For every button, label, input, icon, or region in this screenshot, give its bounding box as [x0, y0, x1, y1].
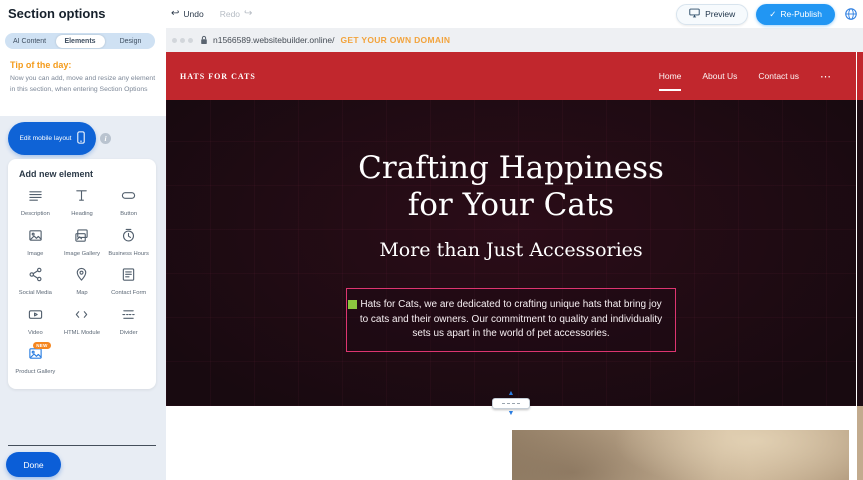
window-dot — [180, 38, 185, 43]
arrow-up-icon: ▲ — [508, 390, 515, 397]
description-icon — [28, 188, 43, 208]
element-grid: Description Heading Button Image Image G… — [12, 188, 152, 377]
add-element-title: Add new element — [19, 169, 152, 179]
get-domain-link[interactable]: GET YOUR OWN DOMAIN — [340, 35, 450, 45]
window-dot — [172, 38, 177, 43]
tab-elements[interactable]: Elements — [56, 35, 105, 48]
tip-of-the-day: Tip of the day: Now you can add, move an… — [10, 60, 158, 95]
element-item-html-module[interactable]: HTML Module — [59, 307, 106, 338]
undo-icon: ↩ — [171, 9, 179, 19]
sidebar-top-panel: AI Content Elements Design Tip of the da… — [0, 28, 166, 116]
preview-button[interactable]: Preview — [676, 4, 748, 25]
app-window: Section options ↩ Undo Redo ↪ Preview ✓ … — [0, 0, 863, 480]
element-item-button[interactable]: Button — [105, 188, 152, 219]
monitor-icon — [689, 8, 700, 20]
redo-icon: ↪ — [244, 9, 252, 19]
site-logo[interactable]: HATS FOR CATS — [180, 72, 256, 81]
hero-paragraph: Hats for Cats, we are dedicated to craft… — [360, 299, 662, 339]
nav-item-contact-us[interactable]: Contact us — [758, 52, 799, 100]
phone-icon — [77, 131, 85, 146]
element-item-social-media[interactable]: Social Media — [12, 267, 59, 298]
image-icon — [28, 228, 43, 248]
browser-chrome-bar: n1566589.websitebuilder.online/ GET YOUR… — [166, 28, 863, 52]
html-module-icon — [74, 307, 89, 327]
next-section[interactable] — [166, 430, 849, 480]
map-icon — [74, 267, 89, 287]
check-icon: ✓ — [769, 9, 776, 20]
site-header: HATS FOR CATS Home About Us Contact us ⋯ — [166, 52, 856, 100]
drag-handle[interactable] — [492, 398, 530, 409]
video-icon — [28, 307, 43, 327]
page-scrollbar[interactable] — [856, 52, 863, 480]
add-new-element-panel: Add new element Description Heading Butt… — [8, 159, 156, 389]
element-item-image[interactable]: Image — [12, 228, 59, 259]
tip-title: Tip of the day: — [10, 60, 158, 70]
contact-form-icon — [121, 267, 136, 287]
sidebar: AI Content Elements Design Tip of the da… — [0, 28, 166, 480]
done-button[interactable]: Done — [6, 452, 61, 477]
cat-photo-image[interactable] — [512, 430, 849, 480]
sidebar-divider — [8, 445, 156, 446]
scrollbar-segment-image — [857, 406, 863, 480]
undo-redo-group: ↩ Undo Redo ↪ — [171, 0, 252, 28]
site-nav: Home About Us Contact us ⋯ — [659, 52, 832, 100]
element-item-product-gallery[interactable]: NEW Product Gallery — [12, 346, 59, 377]
site-url: n1566589.websitebuilder.online/ — [213, 35, 334, 45]
element-item-divider[interactable]: Divider — [105, 307, 152, 338]
nav-item-home[interactable]: Home — [659, 52, 682, 100]
preview-area: n1566589.websitebuilder.online/ GET YOUR… — [166, 28, 863, 480]
tip-body: Now you can add, move and resize any ele… — [10, 74, 158, 95]
element-item-video[interactable]: Video — [12, 307, 59, 338]
scrollbar-segment-header — [857, 52, 863, 100]
element-item-business-hours[interactable]: Business Hours — [105, 228, 152, 259]
scrollbar-segment-hero — [857, 100, 863, 406]
image-gallery-icon — [74, 228, 89, 248]
topbar: Section options ↩ Undo Redo ↪ Preview ✓ … — [0, 0, 863, 28]
social-media-icon — [28, 267, 43, 287]
tab-design[interactable]: Design — [106, 33, 155, 49]
nav-item-about-us[interactable]: About Us — [702, 52, 737, 100]
page-title: Section options — [8, 6, 106, 21]
element-item-map[interactable]: Map — [59, 267, 106, 298]
element-item-description[interactable]: Description — [12, 188, 59, 219]
hero-paragraph-box[interactable]: Hats for Cats, we are dedicated to craft… — [346, 288, 676, 352]
hero-section[interactable]: Crafting Happiness for Your Cats More th… — [166, 100, 856, 406]
tab-ai-content[interactable]: AI Content — [5, 33, 54, 49]
heading-icon — [74, 188, 89, 208]
new-badge: NEW — [33, 342, 50, 349]
divider-icon — [121, 307, 136, 327]
nav-more-icon[interactable]: ⋯ — [820, 70, 832, 83]
hero-subheading[interactable]: More than Just Accessories — [166, 239, 856, 261]
globe-icon[interactable] — [843, 6, 859, 22]
undo-button[interactable]: ↩ Undo — [171, 9, 204, 19]
redo-button[interactable]: Redo ↪ — [220, 9, 253, 19]
sidebar-tabs: AI Content Elements Design — [5, 33, 155, 49]
element-item-contact-form[interactable]: Contact Form — [105, 267, 152, 298]
element-item-heading[interactable]: Heading — [59, 188, 106, 219]
hero-heading[interactable]: Crafting Happiness for Your Cats — [331, 150, 691, 224]
button-icon — [121, 188, 136, 208]
selection-handle[interactable] — [348, 300, 357, 309]
window-control-dots — [172, 38, 193, 43]
business-hours-icon — [121, 228, 136, 248]
lock-icon — [200, 35, 208, 45]
info-icon[interactable]: i — [100, 133, 111, 144]
topbar-actions: Preview ✓ Re-Publish — [676, 0, 859, 28]
republish-button[interactable]: ✓ Re-Publish — [756, 4, 835, 25]
product-gallery-icon — [28, 346, 43, 366]
edit-mobile-layout-button[interactable]: Edit mobile layout — [8, 122, 96, 155]
section-resize-handle[interactable]: ▲ ▼ — [492, 390, 530, 417]
element-item-image-gallery[interactable]: Image Gallery — [59, 228, 106, 259]
arrow-down-icon: ▼ — [508, 410, 515, 417]
window-dot — [188, 38, 193, 43]
